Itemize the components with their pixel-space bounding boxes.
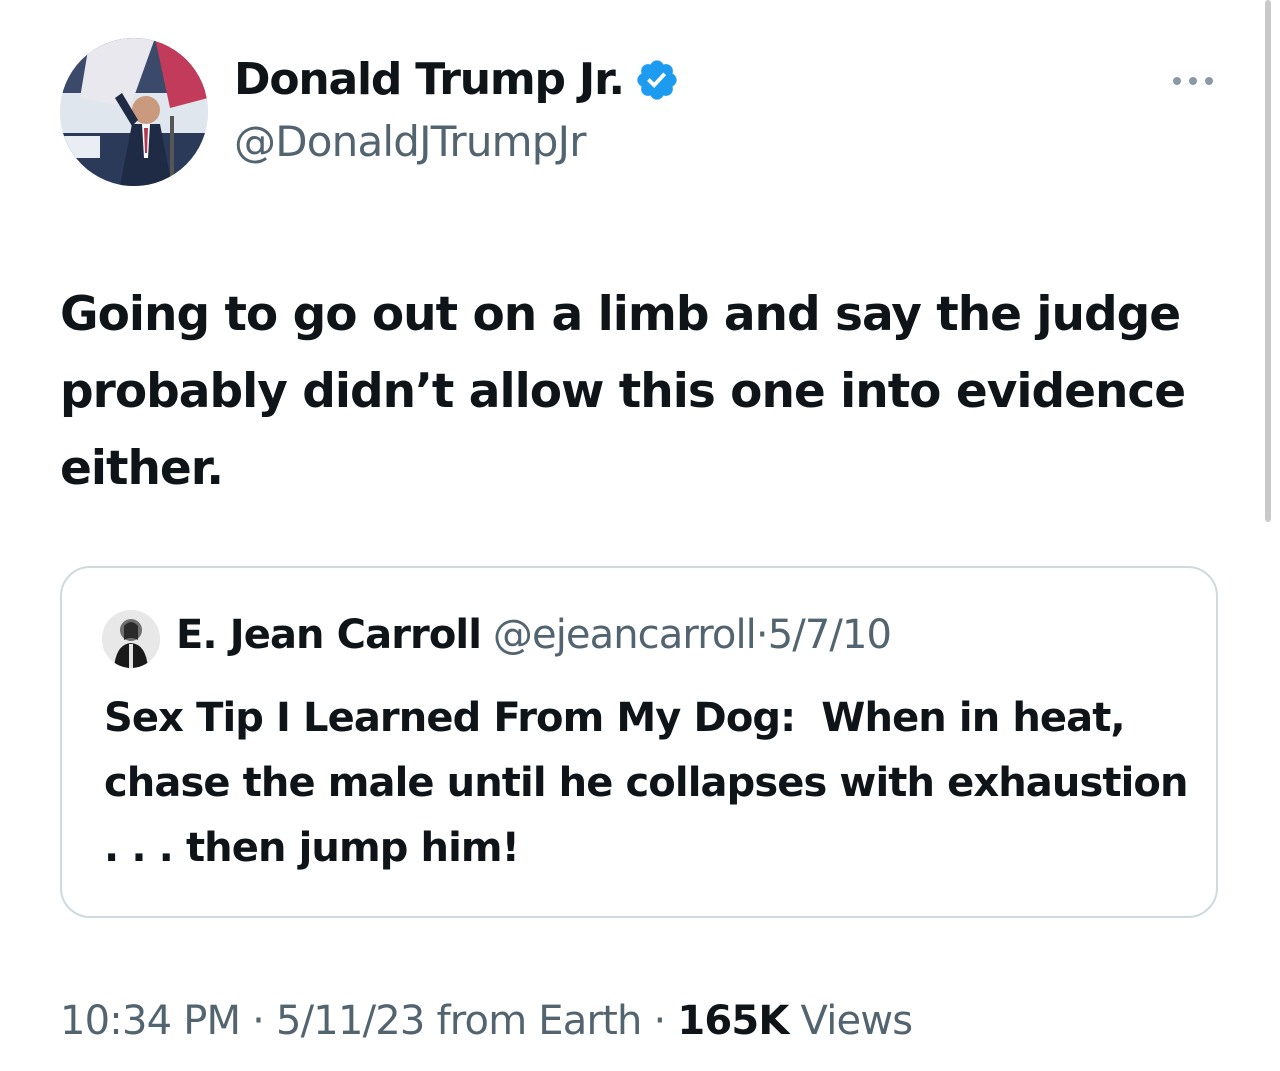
author-avatar[interactable] bbox=[60, 38, 208, 186]
quoted-tweet-header: E. Jean Carroll @ejeancarroll·5/7/10 bbox=[176, 612, 892, 658]
quoted-tweet-text: Sex Tip I Learned From My Dog: When in h… bbox=[104, 695, 1214, 871]
more-options-icon[interactable] bbox=[1170, 72, 1216, 90]
views-count[interactable]: 165K bbox=[677, 998, 789, 1044]
quoted-tweet-date[interactable]: 5/7/10 bbox=[768, 612, 892, 658]
quoted-author-name[interactable]: E. Jean Carroll bbox=[176, 612, 482, 658]
tweet-meta: 10:34 PM · 5/11/23 from Earth · 165K Vie… bbox=[60, 998, 914, 1044]
views-label: Views bbox=[788, 998, 914, 1044]
quoted-header-separator: · bbox=[755, 612, 769, 658]
quoted-author-handle[interactable]: @ejeancarroll bbox=[493, 612, 757, 658]
scrollbar[interactable] bbox=[1265, 0, 1271, 522]
quoted-author-avatar-image bbox=[102, 610, 160, 668]
tweet-time[interactable]: 10:34 PM bbox=[60, 998, 241, 1044]
author-display-name[interactable]: Donald Trump Jr. bbox=[234, 54, 680, 105]
tweet-text: Going to go out on a limb and say the ju… bbox=[60, 287, 1186, 496]
author-handle[interactable]: @DonaldJTrumpJr bbox=[234, 117, 587, 166]
author-display-name-text: Donald Trump Jr. bbox=[234, 54, 625, 105]
verified-badge-icon bbox=[637, 59, 677, 100]
author-avatar-image bbox=[60, 38, 208, 186]
meta-separator: · bbox=[641, 998, 678, 1044]
tweet-date-source[interactable]: 5/11/23 from Earth bbox=[276, 998, 642, 1044]
quoted-tweet-card[interactable]: E. Jean Carroll @ejeancarroll·5/7/10 Sex… bbox=[60, 566, 1218, 918]
meta-separator: · bbox=[240, 998, 276, 1044]
quoted-author-avatar[interactable] bbox=[102, 610, 160, 668]
